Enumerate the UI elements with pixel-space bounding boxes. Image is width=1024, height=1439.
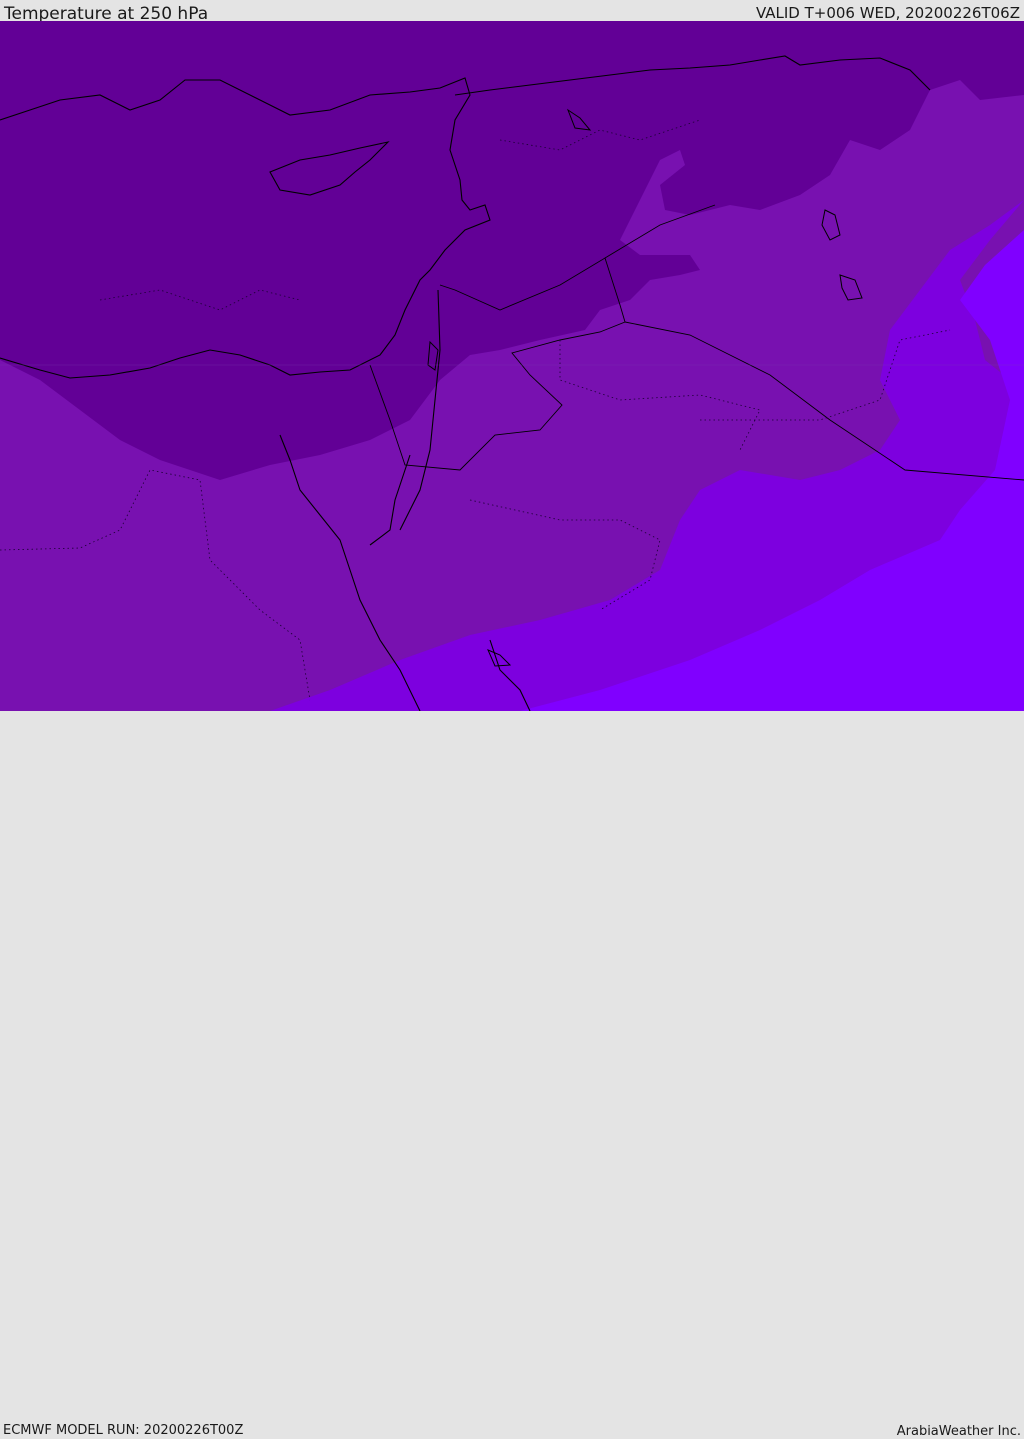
credit-label: ArabiaWeather Inc.: [896, 1424, 1021, 1439]
valid-time-label: VALID T+006 WED, 20200226T06Z: [755, 4, 1020, 22]
header-bar: Temperature at 250 hPa VALID T+006 WED, …: [0, 0, 1024, 23]
footer-bar: ECMWF MODEL RUN: 20200226T00Z ArabiaWeat…: [0, 711, 1024, 1438]
model-run-label: ECMWF MODEL RUN: 20200226T00Z: [3, 1423, 244, 1438]
temperature-map[interactable]: [0, 21, 1024, 711]
